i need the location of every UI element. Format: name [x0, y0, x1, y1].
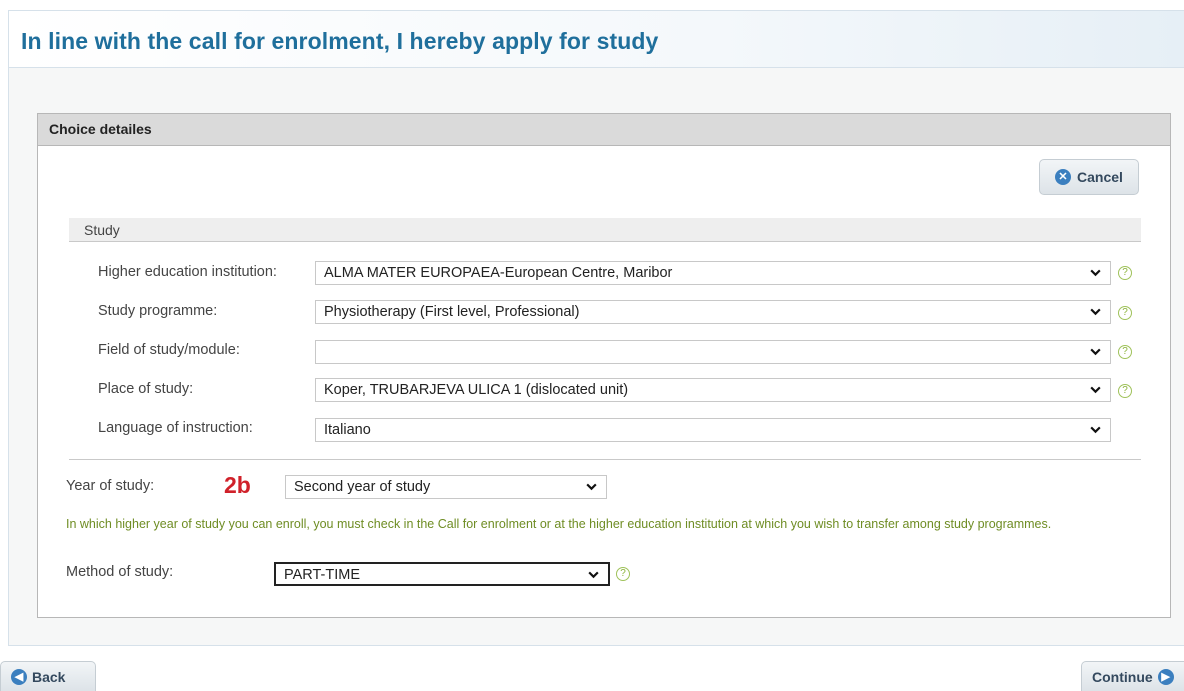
- cancel-button[interactable]: ✕ Cancel: [1039, 159, 1139, 195]
- back-button-label: Back: [32, 668, 66, 685]
- chevron-down-icon: [1090, 426, 1101, 434]
- chevron-down-icon: [1090, 308, 1101, 316]
- language-select[interactable]: Italiano: [315, 418, 1111, 442]
- continue-button[interactable]: Continue ▶: [1081, 661, 1184, 691]
- annotation-label: 2b: [224, 472, 251, 498]
- cancel-button-label: Cancel: [1077, 169, 1123, 185]
- panel-title: Choice detailes: [38, 114, 1170, 146]
- page-header: In line with the call for enrolment, I h…: [8, 10, 1184, 68]
- arrow-left-circle-icon: ◀: [11, 668, 27, 685]
- programme-select-value: Physiotherapy (First level, Professional…: [324, 304, 580, 320]
- field-module-help-icon[interactable]: ?: [1118, 345, 1132, 359]
- arrow-right-circle-icon: ▶: [1157, 668, 1174, 685]
- x-circle-icon: ✕: [1055, 169, 1072, 185]
- institution-select-value: ALMA MATER EUROPAEA-European Centre, Mar…: [324, 265, 673, 281]
- language-select-value: Italiano: [324, 422, 371, 438]
- chevron-down-icon: [1090, 348, 1101, 356]
- study-section-header: Study: [69, 218, 1141, 242]
- language-label: Language of instruction:: [98, 420, 253, 436]
- back-button[interactable]: ◀ Back: [0, 661, 96, 691]
- chevron-down-icon: [586, 483, 597, 491]
- method-select[interactable]: PART-TIME: [274, 562, 610, 586]
- place-select-value: Koper, TRUBARJEVA ULICA 1 (dislocated un…: [324, 382, 629, 398]
- section-divider: [69, 459, 1141, 460]
- year-info-text: In which higher year of study you can en…: [66, 517, 1052, 531]
- institution-label: Higher education institution:: [98, 264, 277, 280]
- place-label: Place of study:: [98, 381, 194, 397]
- field-module-select[interactable]: [315, 340, 1111, 364]
- chevron-down-icon: [588, 571, 599, 579]
- method-help-icon[interactable]: ?: [616, 567, 630, 581]
- institution-help-icon[interactable]: ?: [1118, 266, 1132, 280]
- place-help-icon[interactable]: ?: [1118, 384, 1132, 398]
- year-label: Year of study:: [66, 478, 155, 494]
- place-select[interactable]: Koper, TRUBARJEVA ULICA 1 (dislocated un…: [315, 378, 1111, 402]
- institution-select[interactable]: ALMA MATER EUROPAEA-European Centre, Mar…: [315, 261, 1111, 285]
- programme-select[interactable]: Physiotherapy (First level, Professional…: [315, 300, 1111, 324]
- chevron-down-icon: [1090, 269, 1101, 277]
- chevron-down-icon: [1090, 386, 1101, 394]
- continue-button-label: Continue: [1092, 668, 1153, 685]
- method-select-value: PART-TIME: [284, 567, 360, 583]
- page-title: In line with the call for enrolment, I h…: [21, 28, 659, 54]
- field-module-label: Field of study/module:: [98, 342, 240, 358]
- choice-details-panel: Choice detailes ✕ Cancel Study Higher ed…: [37, 113, 1171, 618]
- method-label: Method of study:: [66, 564, 174, 580]
- programme-help-icon[interactable]: ?: [1118, 306, 1132, 320]
- year-select[interactable]: Second year of study: [285, 475, 607, 499]
- year-select-value: Second year of study: [294, 479, 431, 495]
- programme-label: Study programme:: [98, 303, 218, 319]
